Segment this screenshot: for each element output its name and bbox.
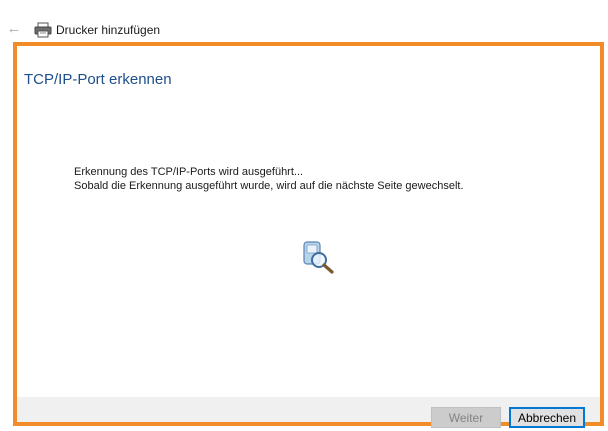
detection-status-text: Erkennung des TCP/IP-Ports wird ausgefüh… (74, 166, 304, 178)
back-arrow-icon[interactable]: ← (6, 21, 22, 37)
window-title: Drucker hinzufügen (56, 23, 161, 37)
printer-icon (34, 22, 52, 38)
search-magnifier-icon (303, 241, 334, 274)
cancel-button[interactable]: Abbrechen (509, 407, 585, 428)
highlight-frame (13, 42, 604, 426)
next-button[interactable]: Weiter (431, 407, 501, 428)
title-bar: ← Drucker hinzufügen (0, 18, 608, 44)
page-heading: TCP/IP-Port erkennen (24, 71, 172, 88)
detection-info-text: Sobald die Erkennung ausgeführt wurde, w… (74, 180, 464, 192)
